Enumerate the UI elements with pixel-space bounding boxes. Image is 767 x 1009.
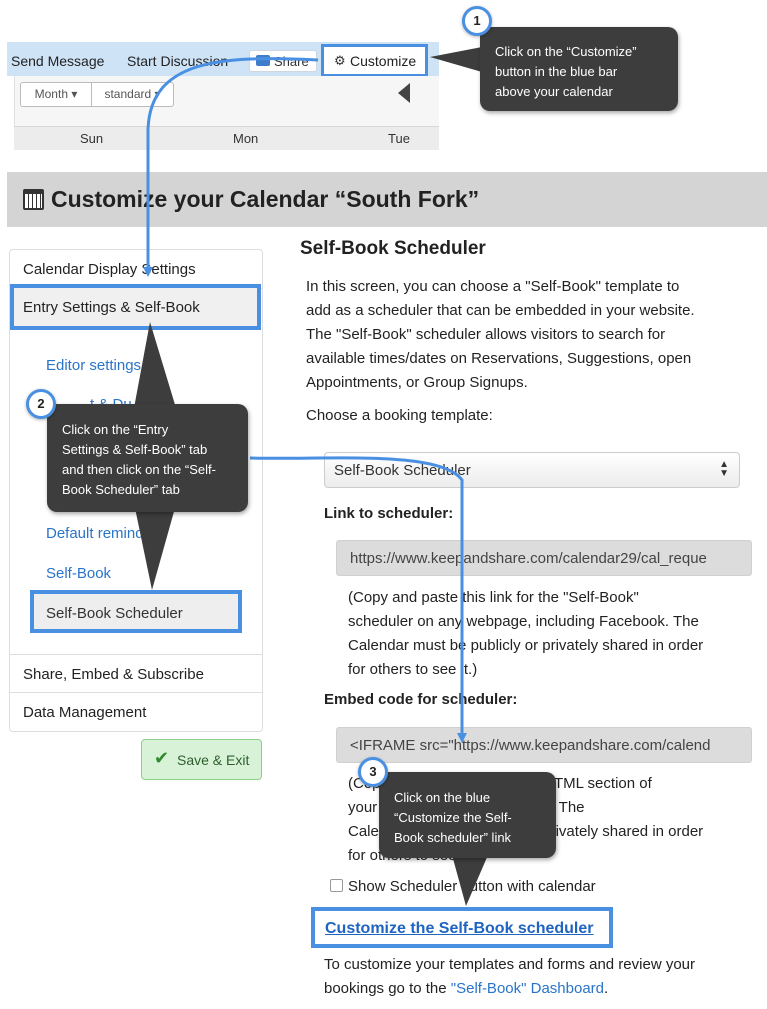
template-select[interactable]: Self-Book Scheduler ▲ ▼ xyxy=(324,452,740,488)
sidebar-subitem-editor-settings[interactable]: Editor settings xyxy=(46,357,141,374)
customize-button[interactable]: ⚙ Customize xyxy=(321,44,428,77)
step-badge-1: 1 xyxy=(462,6,492,36)
self-book-dashboard-link[interactable]: "Self-Book" Dashboard xyxy=(451,980,604,997)
section-heading: Self-Book Scheduler xyxy=(300,238,486,259)
intro-paragraph: In this screen, you can choose a "Self-B… xyxy=(306,278,695,391)
embed-field[interactable]: <IFRAME src="https://www.keepandshare.co… xyxy=(336,727,752,763)
callout-step-1: Click on the “Customize” button in the b… xyxy=(480,27,678,111)
day-label: Mon xyxy=(233,131,259,146)
day-label: Tue xyxy=(388,131,410,146)
calendar-icon xyxy=(23,189,44,210)
callout-step-2: Click on the “Entry Settings & Self-Book… xyxy=(47,404,248,512)
sidebar-item-entry-settings[interactable]: Entry Settings & Self-Book xyxy=(10,284,261,330)
day-label: Sun xyxy=(80,131,104,146)
share-icon xyxy=(256,55,270,66)
select-arrows-icon: ▲ ▼ xyxy=(719,459,729,479)
sidebar-item-share-embed[interactable]: Share, Embed & Subscribe xyxy=(10,654,262,693)
share-button[interactable]: Share xyxy=(249,50,317,72)
start-discussion-button[interactable]: Start Discussion xyxy=(127,53,228,69)
dashboard-paragraph: To customize your templates and forms an… xyxy=(324,956,695,997)
page-title: Customize your Calendar “South Fork” xyxy=(51,186,480,212)
calendar-day-header: Sun Mon Tue xyxy=(14,126,439,150)
show-scheduler-checkbox[interactable] xyxy=(330,879,343,892)
callout-step-3: Click on the blue “Customize the Self- B… xyxy=(379,772,556,858)
prev-arrow-icon[interactable] xyxy=(398,83,410,103)
link-field[interactable]: https://www.keepandshare.com/calendar29/… xyxy=(336,540,752,576)
send-message-button[interactable]: Send Message xyxy=(11,53,104,69)
sidebar-subitem-self-book[interactable]: Self-Book xyxy=(46,565,111,582)
view-standard-select[interactable]: standard ▾ xyxy=(91,82,174,107)
sidebar-subitem-self-book-scheduler[interactable]: Self-Book Scheduler xyxy=(30,590,242,633)
step-badge-2: 2 xyxy=(26,389,56,419)
choose-template-label: Choose a booking template: xyxy=(306,407,493,424)
customize-scheduler-box: Customize the Self-Book scheduler xyxy=(311,907,613,948)
sidebar-item-data-management[interactable]: Data Management xyxy=(10,693,262,732)
save-exit-button[interactable]: ✔ Save & Exit xyxy=(141,739,262,780)
link-label: Link to scheduler: xyxy=(324,505,454,522)
show-scheduler-option[interactable]: Show Scheduler button with calendar xyxy=(330,878,596,895)
link-note: (Copy and paste this link for the "Self-… xyxy=(348,589,704,678)
page-header: Customize your Calendar “South Fork” xyxy=(7,172,767,227)
checkmark-icon: ✔ xyxy=(154,748,170,768)
view-month-select[interactable]: Month ▾ xyxy=(20,82,92,107)
customize-scheduler-link[interactable]: Customize the Self-Book scheduler xyxy=(325,920,594,938)
step-badge-3: 3 xyxy=(358,757,388,787)
sidebar-subitem-default-reminders[interactable]: Default reminders xyxy=(46,525,164,542)
gear-icon: ⚙ xyxy=(334,53,346,68)
embed-label: Embed code for scheduler: xyxy=(324,691,518,708)
